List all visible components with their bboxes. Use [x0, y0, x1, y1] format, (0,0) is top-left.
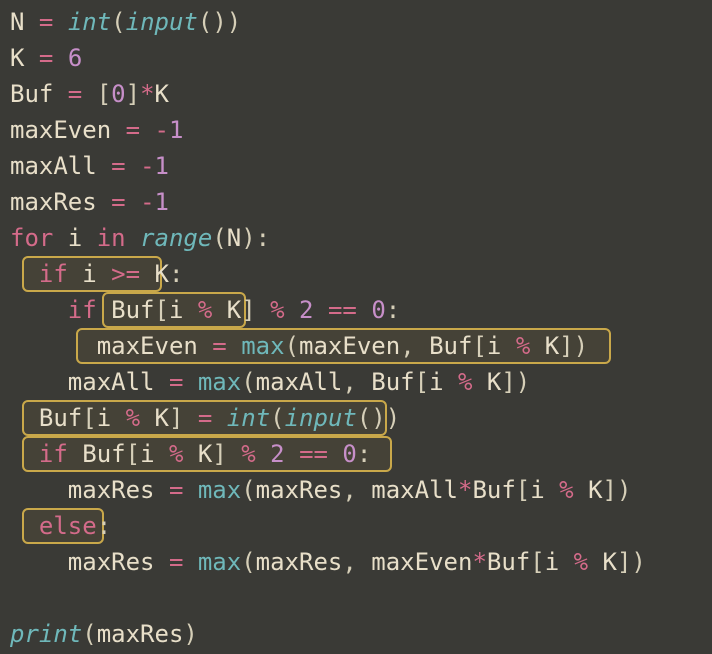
code-line-14: maxRes = max(maxRes, maxAll*Buf[i % K])	[10, 472, 702, 508]
code-line-1: N = int(input())	[10, 4, 702, 40]
code-line-17-blank	[10, 580, 702, 616]
code-editor[interactable]: N = int(input()) K = 6 Buf = [0]*K maxEv…	[10, 4, 702, 652]
code-line-6: maxRes = -1	[10, 184, 702, 220]
code-line-11: maxAll = max(maxAll, Buf[i % K])	[10, 364, 702, 400]
code-line-18: print(maxRes)	[10, 616, 702, 652]
code-line-13: if Buf[i % K] % 2 == 0:	[10, 436, 702, 472]
code-line-8: if i >= K:	[10, 256, 702, 292]
code-line-3: Buf = [0]*K	[10, 76, 702, 112]
code-line-15: else:	[10, 508, 702, 544]
code-line-4: maxEven = -1	[10, 112, 702, 148]
code-line-10: maxEven = max(maxEven, Buf[i % K])	[10, 328, 702, 364]
code-line-16: maxRes = max(maxRes, maxEven*Buf[i % K])	[10, 544, 702, 580]
code-line-7: for i in range(N):	[10, 220, 702, 256]
code-line-12: Buf[i % K] = int(input())	[10, 400, 702, 436]
code-line-5: maxAll = -1	[10, 148, 702, 184]
code-line-9: if Buf[i % K] % 2 == 0:	[10, 292, 702, 328]
code-line-2: K = 6	[10, 40, 702, 76]
